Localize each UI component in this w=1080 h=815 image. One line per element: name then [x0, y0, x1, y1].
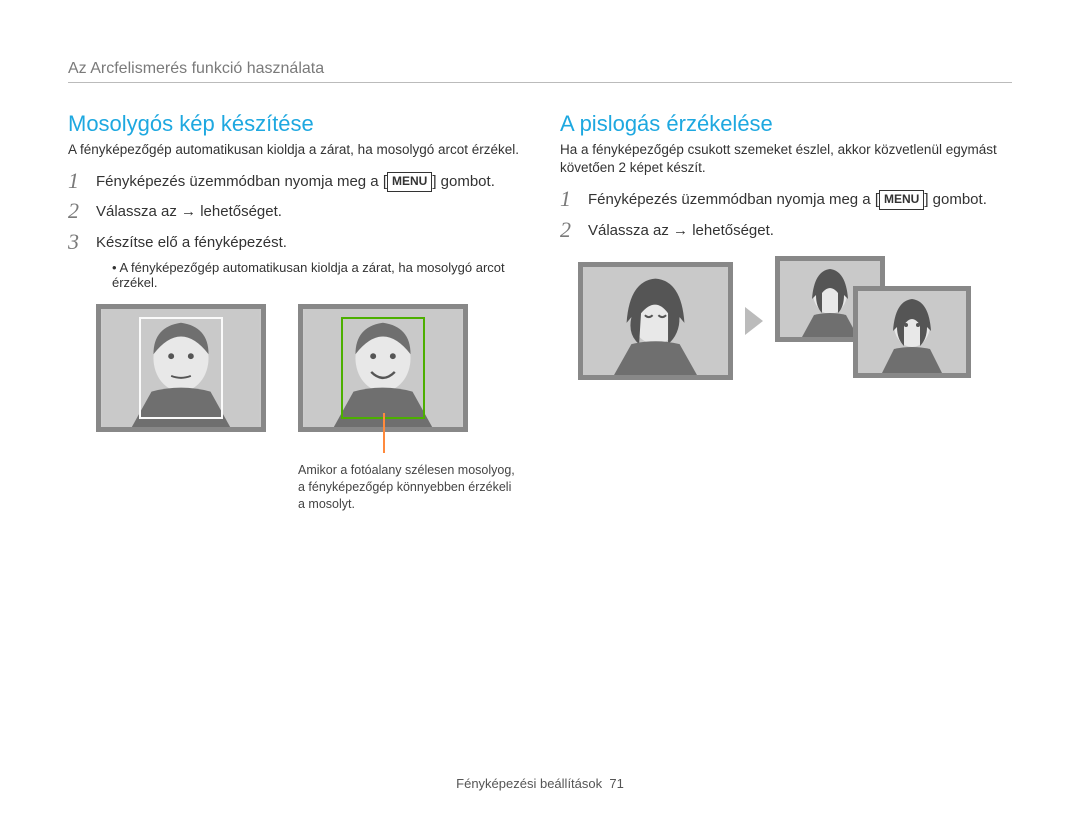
breadcrumb: Az Arcfelismerés funkció használata [68, 60, 1012, 83]
arrow-right-icon [745, 307, 763, 335]
detection-box-icon [139, 317, 223, 419]
step-text: Válassza az → lehetőséget. [96, 199, 282, 223]
steps-blink: 1 Fényképezés üzemmódban nyomja meg a [M… [560, 187, 1012, 241]
shot-two [853, 286, 971, 378]
step-number: 1 [560, 187, 588, 211]
sub-bullet: A fényképezőgép automatikusan kioldja a … [112, 260, 520, 290]
preview-smiling-face [298, 304, 468, 432]
step-text: Fényképezés üzemmódban nyomja meg a [MEN… [588, 187, 987, 211]
step-text: Fényképezés üzemmódban nyomja meg a [MEN… [96, 169, 495, 193]
intro-blink: Ha a fényképezőgép csukott szemeket észl… [560, 141, 1012, 177]
smile-preview-row [96, 304, 520, 432]
page-footer: Fényképezési beállítások 71 [0, 776, 1080, 791]
preview-neutral-face [96, 304, 266, 432]
intro-smile: A fényképezőgép automatikusan kioldja a … [68, 141, 520, 159]
step-number: 2 [560, 218, 588, 242]
detection-box-green-icon [341, 317, 425, 419]
right-column: A pislogás érzékelése Ha a fényképezőgép… [560, 111, 1012, 512]
step-text: Válassza az → lehetőséget. [588, 218, 774, 242]
section-title-smile: Mosolygós kép készítése [68, 111, 520, 137]
menu-icon: MENU [879, 190, 924, 209]
left-column: Mosolygós kép készítése A fényképezőgép … [68, 111, 520, 512]
preview-eyes-closed [578, 262, 733, 380]
step-number: 2 [68, 199, 96, 223]
step-text: Készítse elő a fényképezést. [96, 230, 287, 254]
blink-preview-row [578, 256, 1012, 386]
step-number: 3 [68, 230, 96, 254]
footer-label: Fényképezési beállítások [456, 776, 602, 791]
callout-line-icon [383, 413, 385, 453]
steps-smile: 1 Fényképezés üzemmódban nyomja meg a [M… [68, 169, 520, 254]
section-title-blink: A pislogás érzékelése [560, 111, 1012, 137]
preview-two-shots [775, 256, 975, 386]
callout-smile: Amikor a fotóalany szélesen mosolyog, a … [298, 462, 518, 513]
step-number: 1 [68, 169, 96, 193]
page-number: 71 [609, 776, 623, 791]
menu-icon: MENU [387, 172, 432, 191]
